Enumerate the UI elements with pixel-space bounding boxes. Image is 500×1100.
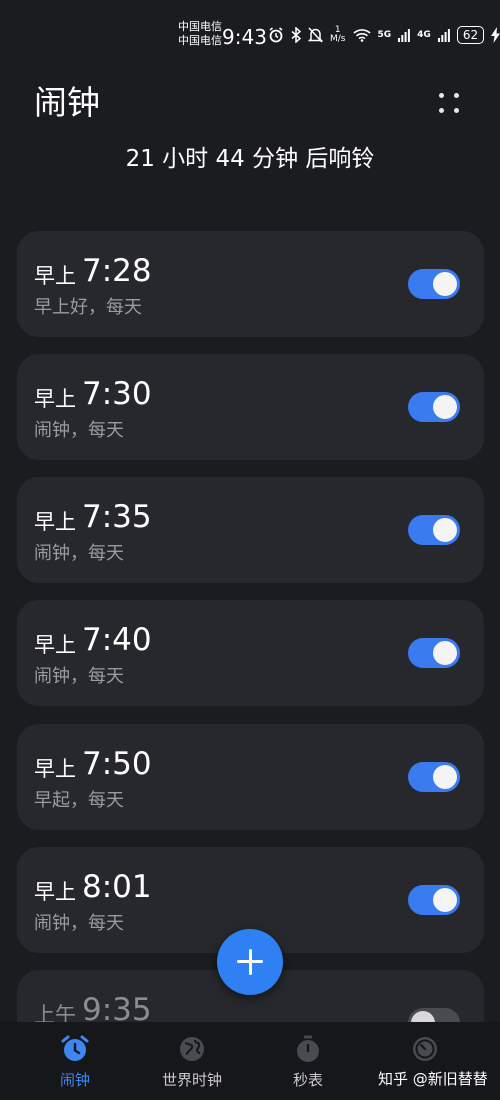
plus-icon [248,949,252,975]
alarm-label: 早起，每天 [34,790,124,811]
alarm-toggle[interactable] [408,885,460,915]
tab-label: 世界时钟 [161,1071,222,1089]
carrier-labels: 中国电信 中国电信 [178,20,222,48]
signal-icon [398,29,411,42]
alarm-period: 早上 [34,510,76,534]
toggle-knob [433,518,457,542]
next-alarm-countdown: 21 小时 44 分钟 后响铃 [125,146,375,172]
carrier-2: 中国电信 [178,34,222,47]
alarm-label: 早上好，每天 [34,297,142,318]
alarm-label: 闹钟，每天 [34,666,124,687]
globe-icon [180,1037,204,1061]
alarm-label: 闹钟，每天 [34,913,124,934]
network-5g-label: 5G [377,30,392,40]
alarm-clock-icon [61,1035,89,1061]
tab-world-clock[interactable]: 世界时钟 [137,1034,247,1090]
tab-stopwatch[interactable]: 秒表 [253,1034,363,1090]
alarm-card[interactable]: 早上 7:28 早上好，每天 [17,231,484,337]
tab-alarm[interactable]: 闹钟 [20,1034,130,1090]
watermark-text: 知乎 @新旧替替 [378,1070,488,1088]
alarm-time: 7:40 [82,622,152,658]
alarm-period: 早上 [34,757,76,781]
mute-icon [308,27,323,43]
page-title: 闹钟 [34,83,100,122]
alarm-toggle[interactable] [408,762,460,792]
tab-timer[interactable] [370,1034,480,1070]
alarm-period: 早上 [34,264,76,288]
wifi-icon [352,29,371,42]
alarm-time: 8:01 [82,869,152,905]
toggle-knob [433,888,457,912]
more-dot-icon [439,93,444,98]
battery-indicator: 62 [456,26,485,44]
alarm-toggle[interactable] [408,392,460,422]
alarm-icon [269,27,283,43]
network-4g-label: 4G [417,30,431,40]
carrier-1: 中国电信 [178,20,222,33]
alarm-period: 早上 [34,387,76,411]
add-alarm-button[interactable] [217,929,283,995]
tab-label: 秒表 [292,1071,323,1089]
alarm-card[interactable]: 早上 7:40 闹钟，每天 [17,600,484,706]
alarm-label: 闹钟，每天 [34,543,124,564]
alarm-time: 7:30 [82,376,152,412]
alarm-period: 早上 [34,880,76,904]
alarm-toggle[interactable] [408,515,460,545]
alarm-card[interactable]: 早上 7:35 闹钟，每天 [17,477,484,583]
more-options-button[interactable] [432,86,466,120]
alarm-period: 早上 [34,633,76,657]
more-dot-icon [439,108,444,113]
status-icons: 1 M/s 5G 4G 62 [268,26,500,44]
alarm-time: 7:35 [82,499,152,535]
toggle-knob [433,765,457,789]
network-speed: 1 M/s [330,26,346,44]
alarm-time: 7:28 [82,253,152,289]
alarm-card[interactable]: 早上 7:30 闹钟，每天 [17,354,484,460]
alarm-time: 7:50 [82,746,152,782]
tab-label: 闹钟 [59,1071,90,1089]
charging-icon [491,27,500,43]
status-time: 9:43 [222,25,267,49]
toggle-knob [433,272,457,296]
speed-unit: M/s [330,34,346,44]
alarm-card[interactable]: 早上 7:50 早起，每天 [17,724,484,830]
bluetooth-icon [291,27,301,43]
more-dot-icon [454,93,459,98]
stopwatch-icon [297,1035,319,1062]
toggle-knob [433,395,457,419]
status-bar: 中国电信 中国电信 9:43 1 M/s 5G 4G 62 [0,0,500,72]
alarm-label: 闹钟，每天 [34,420,124,441]
alarm-toggle[interactable] [408,638,460,668]
timer-icon [413,1037,437,1061]
toggle-knob [433,641,457,665]
more-dot-icon [454,108,459,113]
alarm-toggle[interactable] [408,269,460,299]
signal-icon [437,29,450,42]
